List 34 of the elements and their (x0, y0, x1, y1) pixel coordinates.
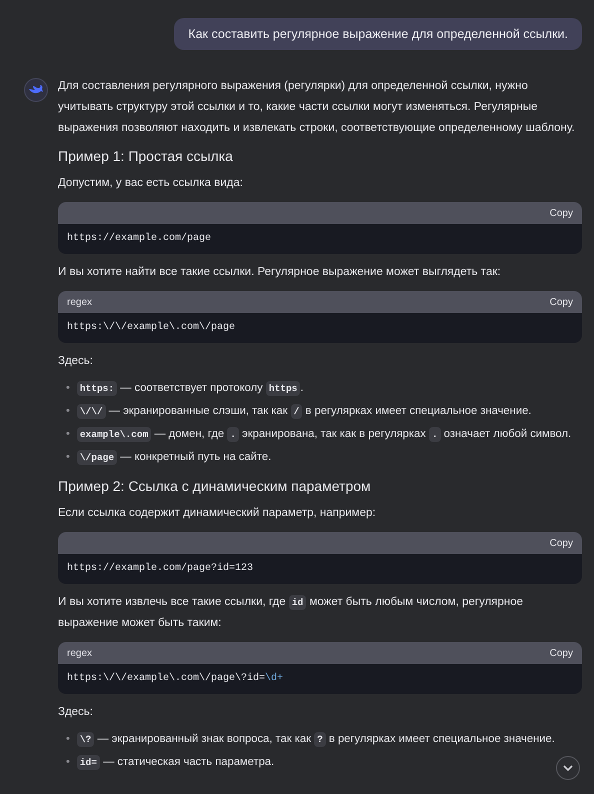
scroll-down-button[interactable] (556, 756, 580, 780)
code-language: regex (67, 296, 92, 308)
paragraph: Здесь: (58, 705, 94, 720)
list-item: id= — статическая часть параметра. (76, 751, 274, 774)
list-item: \? — экранированный знак вопроса, так как ? в регулярках имеет специальное значение. (76, 728, 555, 751)
list-item: example\.com — домен, где . экранирована, так как в регулярках . означает любой символ. (76, 423, 572, 446)
list-item: \/page — конкретный путь на сайте. (76, 446, 272, 469)
paragraph: Для составления регулярного выражения (регулярки) для определенной ссылки, нужно учитывать структуру этой ссылки и то, какие части ссылки могут изменяться. Регулярные выражения позволяют находить и извлекать строки, соответствующие определенному шаблону. (58, 79, 576, 136)
paragraph: Здесь: (58, 354, 94, 369)
list-item: https: — соответствует протоколу https . (76, 377, 304, 400)
section-heading: Пример 1: Простая ссылка (58, 147, 234, 166)
paragraph: И вы хотите извлечь все такие ссылки, где id может быть любым числом, регулярное выражение может быть таким: (58, 594, 524, 631)
paragraph: Допустим, у вас есть ссылка вида: (58, 176, 244, 191)
code-text: https:\/\/example\.com\/page\?id=\d+ (66, 672, 284, 686)
copy-button[interactable]: Copy (550, 296, 573, 308)
list-item: \/\/ — экранированные слэши, так как / в регулярках имеет специальное значение. (76, 400, 532, 423)
bullet: • (66, 450, 70, 465)
code-text: https:\/\/example\.com\/page (66, 320, 236, 335)
section-heading: Пример 2: Ссылка с динамическим параметром (58, 477, 372, 496)
code-text: https://example.com/page (66, 232, 212, 246)
copy-button[interactable]: Copy (550, 648, 573, 658)
copy-button[interactable]: Copy (550, 538, 573, 548)
bullet: • (66, 404, 70, 419)
code-text: https://example.com/page?id=123 (66, 562, 254, 576)
bullet: • (66, 755, 70, 770)
whale-icon (24, 78, 48, 102)
paragraph: И вы хотите найти все такие ссылки. Регулярное выражение может выглядеть так: (58, 265, 502, 280)
copy-button[interactable]: Copy (550, 208, 573, 218)
bullet: • (66, 381, 70, 396)
user-message: Как составить регулярное выражение для определенной ссылки. (174, 18, 582, 50)
bullet: • (66, 732, 70, 747)
code-language: regex (67, 648, 92, 658)
paragraph: Если ссылка содержит динамический параметр, например: (58, 506, 377, 521)
bullet: • (66, 427, 70, 442)
